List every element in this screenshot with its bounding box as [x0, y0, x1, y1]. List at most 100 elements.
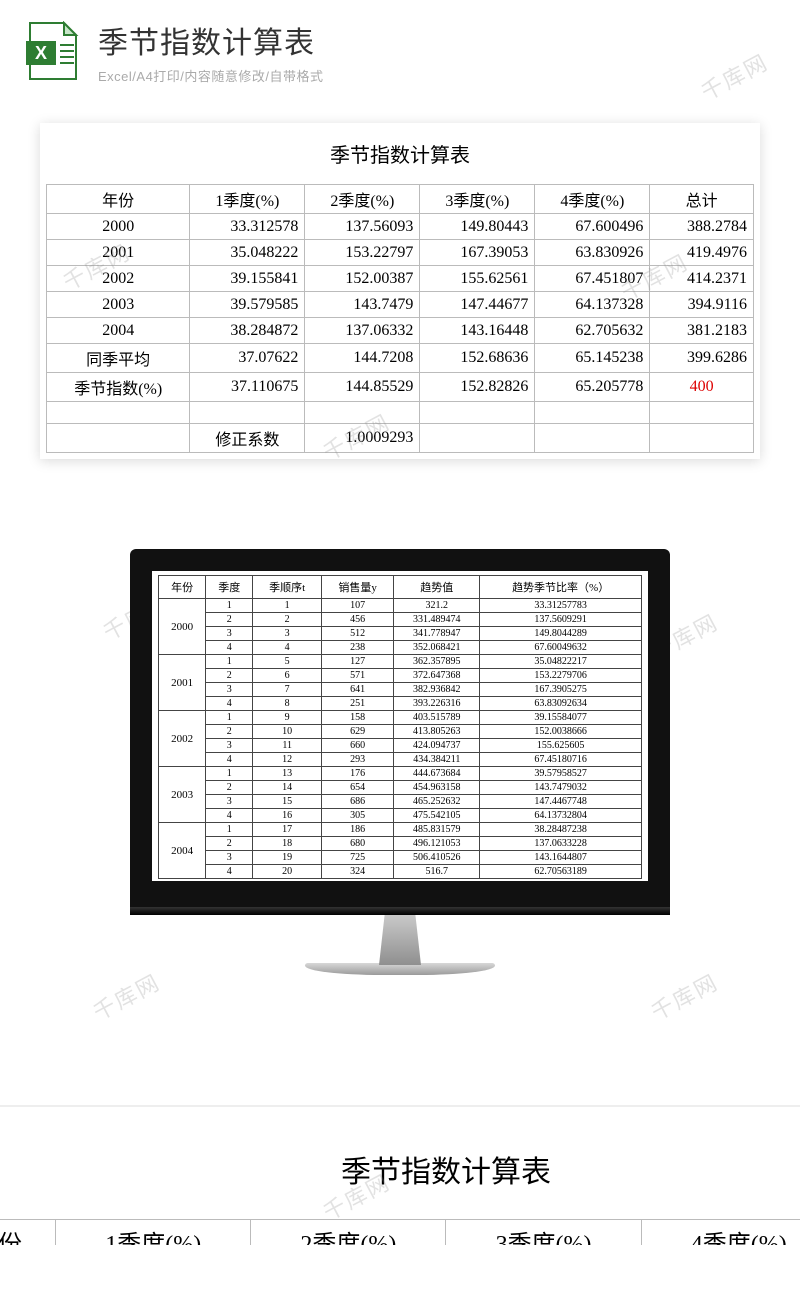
table-row: 2004117186485.83157938.28487238 — [159, 823, 642, 837]
template-title: 季节指数计算表 — [98, 18, 776, 62]
cell: 62.70563189 — [480, 865, 642, 879]
cell: 2 — [206, 781, 253, 795]
cell: 4 — [253, 641, 322, 655]
cell: 155.62561 — [420, 266, 535, 292]
cell: 2 — [206, 669, 253, 683]
cell: 20 — [253, 865, 322, 879]
cell: 324 — [321, 865, 393, 879]
cell: 143.7479032 — [480, 781, 642, 795]
cell: 305 — [321, 809, 393, 823]
col-q4: 4季度(%) — [641, 1220, 800, 1246]
cell: 641 — [321, 683, 393, 697]
cell: 456 — [321, 613, 393, 627]
cell: 1 — [206, 655, 253, 669]
table-blank-row — [47, 402, 754, 424]
cell: 571 — [321, 669, 393, 683]
cell: 67.451807 — [535, 266, 650, 292]
cell: 7 — [253, 683, 322, 697]
cell: 11 — [253, 739, 322, 753]
cell: 414.2371 — [650, 266, 754, 292]
table-row: 2003113176444.67368439.57958527 — [159, 767, 642, 781]
cell: 3 — [206, 739, 253, 753]
col-total: 总计 — [650, 185, 754, 214]
cell: 5 — [253, 655, 322, 669]
cell: 153.2279706 — [480, 669, 642, 683]
cell: 454.963158 — [394, 781, 480, 795]
cell-label: 同季平均 — [47, 344, 190, 373]
table-index-row: 季节指数(%) 37.110675 144.85529 152.82826 65… — [47, 373, 754, 402]
cell-year: 2004 — [159, 823, 206, 879]
cell: 3 — [253, 627, 322, 641]
cell: 143.16448 — [420, 318, 535, 344]
cell: 62.705632 — [535, 318, 650, 344]
cell: 39.155841 — [190, 266, 305, 292]
table-row: 311660424.094737155.625605 — [159, 739, 642, 753]
cell: 38.284872 — [190, 318, 305, 344]
table-row: 319725506.410526143.1644807 — [159, 851, 642, 865]
cell: 144.85529 — [305, 373, 420, 402]
cell: 3 — [206, 627, 253, 641]
cell: 680 — [321, 837, 393, 851]
cell: 434.384211 — [394, 753, 480, 767]
cell: 725 — [321, 851, 393, 865]
cell: 33.31257783 — [480, 599, 642, 613]
cell: 15 — [253, 795, 322, 809]
monitor-chin — [130, 907, 670, 915]
cell: 8 — [253, 697, 322, 711]
cell: 413.805263 — [394, 725, 480, 739]
table-row: 22456331.489474137.5609291 — [159, 613, 642, 627]
monitor-stand — [365, 915, 435, 965]
cell: 341.778947 — [394, 627, 480, 641]
monitor-screen: 年份 季度 季顺序t 销售量y 趋势值 趋势季节比率（%） 2000111073… — [152, 571, 648, 881]
cell: 167.39053 — [420, 240, 535, 266]
cell-year: 2004 — [47, 318, 190, 344]
cell: 19 — [253, 851, 322, 865]
cell: 393.226316 — [394, 697, 480, 711]
cell: 64.13732804 — [480, 809, 642, 823]
cell: 394.9116 — [650, 292, 754, 318]
cell: 186 — [321, 823, 393, 837]
cell-year: 2003 — [47, 292, 190, 318]
cell: 144.7208 — [305, 344, 420, 373]
cell: 321.2 — [394, 599, 480, 613]
cell: 152.68636 — [420, 344, 535, 373]
cell: 1 — [206, 823, 253, 837]
cell: 660 — [321, 739, 393, 753]
col-q1: 1季度(%) — [56, 1220, 251, 1246]
cell-year: 2002 — [159, 711, 206, 767]
title-block: 季节指数计算表 Excel/A4打印/内容随意修改/自带格式 — [98, 18, 776, 85]
cell: 149.80443 — [420, 214, 535, 240]
table-row: 200011107321.233.31257783 — [159, 599, 642, 613]
cell-year: 2001 — [47, 240, 190, 266]
cell: 331.489474 — [394, 613, 480, 627]
cell-total-highlight: 400 — [650, 373, 754, 402]
table-row: 33512341.778947149.8044289 — [159, 627, 642, 641]
cell: 65.205778 — [535, 373, 650, 402]
cell: 127 — [321, 655, 393, 669]
cell: 152.0038666 — [480, 725, 642, 739]
svg-text:X: X — [35, 43, 47, 63]
cell: 152.82826 — [420, 373, 535, 402]
monitor-bezel: 年份 季度 季顺序t 销售量y 趋势值 趋势季节比率（%） 2000111073… — [130, 549, 670, 907]
cell: 424.094737 — [394, 739, 480, 753]
cell: 388.2784 — [650, 214, 754, 240]
cell: 465.252632 — [394, 795, 480, 809]
cell: 686 — [321, 795, 393, 809]
cell-year: 2001 — [159, 655, 206, 711]
cell: 4 — [206, 809, 253, 823]
cell: 419.4976 — [650, 240, 754, 266]
monitor-mockup: 年份 季度 季顺序t 销售量y 趋势值 趋势季节比率（%） 2000111073… — [130, 549, 670, 975]
cell: 2 — [206, 613, 253, 627]
cell-year: 2003 — [159, 767, 206, 823]
cell-correction-label: 修正系数 — [190, 424, 305, 453]
cell: 9 — [253, 711, 322, 725]
cell: 107 — [321, 599, 393, 613]
excel-file-icon: X — [24, 21, 80, 83]
cell: 63.83092634 — [480, 697, 642, 711]
cell: 238 — [321, 641, 393, 655]
cell: 137.56093 — [305, 214, 420, 240]
col-t: 季顺序t — [253, 576, 322, 599]
cell: 444.673684 — [394, 767, 480, 781]
table-row: 44238352.06842167.60049632 — [159, 641, 642, 655]
cell: 67.60049632 — [480, 641, 642, 655]
